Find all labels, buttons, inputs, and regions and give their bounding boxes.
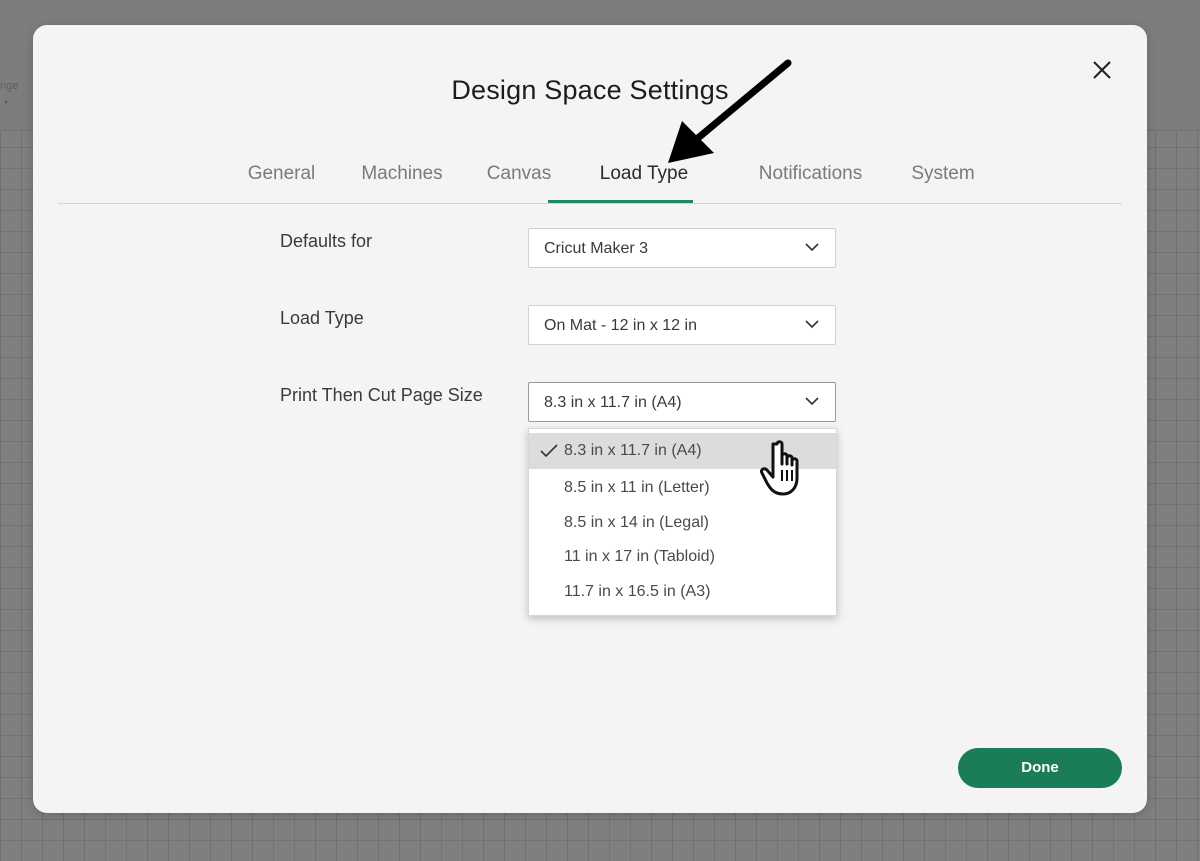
defaults-for-value: Cricut Maker 3 <box>544 240 649 257</box>
page-size-option-label: 8.5 in x 14 in (Legal) <box>564 514 709 531</box>
annotation-arrow-icon <box>668 59 792 163</box>
defaults-for-label: Defaults for <box>280 231 373 251</box>
load-type-label: Load Type <box>280 308 364 328</box>
page-size-option-label: 8.5 in x 11 in (Letter) <box>564 479 710 496</box>
active-tab-indicator <box>548 200 693 203</box>
page-size-value: 8.3 in x 11.7 in (A4) <box>544 394 682 411</box>
page-size-option-label: 8.3 in x 11.7 in (A4) <box>564 442 702 459</box>
checkmark-icon <box>540 444 558 458</box>
hand-pointer-icon <box>760 440 799 496</box>
page-size-label: Print Then Cut Page Size <box>280 385 483 405</box>
page-size-option-label: 11 in x 17 in (Tabloid) <box>564 548 715 565</box>
load-type-select[interactable]: On Mat - 12 in x 12 in <box>528 305 836 345</box>
chevron-down-icon <box>805 243 819 252</box>
background-toolbar-caret: ▾ <box>4 98 9 107</box>
page-size-select[interactable]: 8.3 in x 11.7 in (A4) <box>528 382 836 422</box>
page-size-option-label: 11.7 in x 16.5 in (A3) <box>564 583 711 600</box>
chevron-down-icon <box>805 397 819 406</box>
tab-general[interactable]: General <box>230 153 333 201</box>
chevron-down-icon <box>805 320 819 329</box>
tab-machines[interactable]: Machines <box>348 153 456 201</box>
page-size-option-tabloid[interactable]: 11 in x 17 in (Tabloid) <box>529 539 836 575</box>
page-size-option-a3[interactable]: 11.7 in x 16.5 in (A3) <box>529 574 836 610</box>
tab-system[interactable]: System <box>898 153 988 201</box>
page-size-option-legal[interactable]: 8.5 in x 14 in (Legal) <box>529 505 836 541</box>
load-type-value: On Mat - 12 in x 12 in <box>544 317 697 334</box>
done-button[interactable]: Done <box>958 748 1122 788</box>
defaults-for-select[interactable]: Cricut Maker 3 <box>528 228 836 268</box>
tab-canvas[interactable]: Canvas <box>476 153 562 201</box>
settings-dialog: Design Space Settings General Machines C… <box>33 25 1147 813</box>
close-icon <box>1093 61 1111 79</box>
background-toolbar-label: nge <box>0 80 19 92</box>
close-button[interactable] <box>1087 55 1117 85</box>
dialog-title: Design Space Settings <box>451 75 729 105</box>
settings-tabs: General Machines Canvas Load Type Notifi… <box>58 153 1122 204</box>
